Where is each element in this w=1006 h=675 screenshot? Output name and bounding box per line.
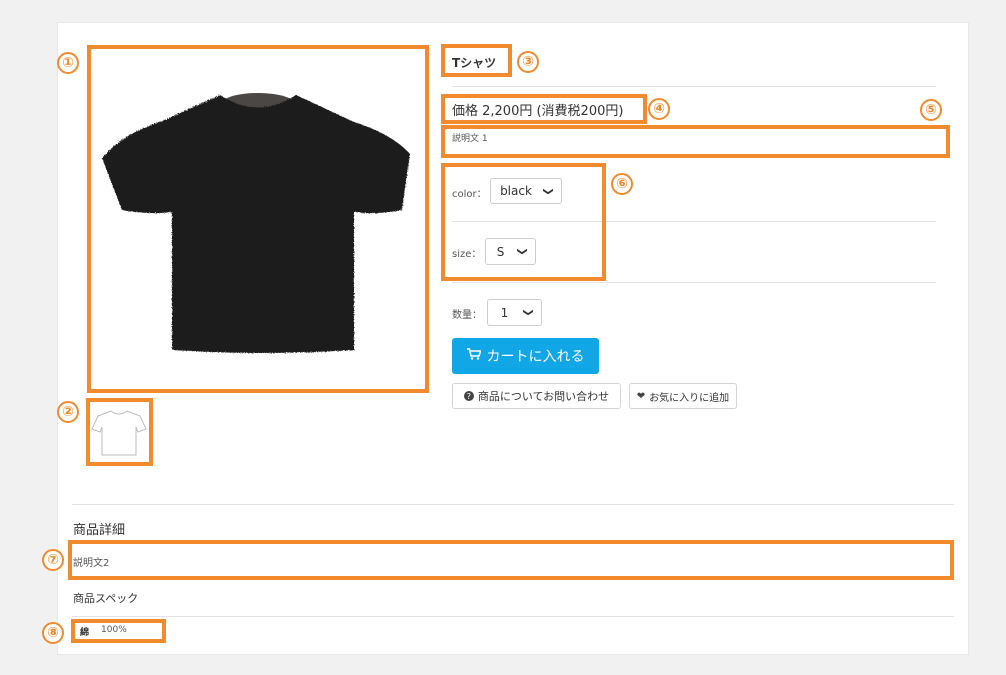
quantity-select[interactable]: 1 ❯ bbox=[487, 299, 542, 326]
highlight-box-7 bbox=[68, 540, 954, 580]
highlight-box-1 bbox=[87, 45, 429, 393]
product-details-heading: 商品詳細 bbox=[73, 523, 126, 538]
divider bbox=[452, 282, 936, 283]
chevron-down-icon: ❯ bbox=[522, 308, 534, 317]
cart-icon bbox=[466, 348, 482, 364]
highlight-box-5 bbox=[441, 125, 950, 158]
marker-1: ① bbox=[57, 52, 79, 74]
highlight-box-2 bbox=[86, 398, 153, 466]
divider bbox=[452, 86, 936, 87]
marker-4: ④ bbox=[648, 98, 670, 120]
highlight-box-4 bbox=[441, 94, 647, 124]
product-inquiry-button[interactable]: ? 商品についてお問い合わせ bbox=[452, 383, 621, 409]
product-inquiry-label: 商品についてお問い合わせ bbox=[477, 390, 610, 403]
product-spec-heading: 商品スペック bbox=[73, 592, 139, 605]
quantity-label: 数量： bbox=[452, 310, 482, 321]
marker-8: ⑧ bbox=[42, 622, 64, 644]
marker-7: ⑦ bbox=[42, 549, 64, 571]
add-to-cart-label: カートに入れる bbox=[486, 349, 585, 365]
divider bbox=[72, 504, 954, 505]
marker-6: ⑥ bbox=[611, 173, 633, 195]
highlight-box-6 bbox=[441, 163, 606, 281]
quantity-select-value: 1 bbox=[500, 305, 509, 320]
add-to-cart-button[interactable]: カートに入れる bbox=[452, 338, 599, 374]
marker-5: ⑤ bbox=[920, 99, 942, 121]
question-circle-icon: ? bbox=[463, 391, 474, 401]
marker-2: ② bbox=[57, 401, 79, 423]
marker-3: ③ bbox=[517, 51, 539, 73]
highlight-box-3 bbox=[441, 44, 512, 77]
highlight-box-8 bbox=[71, 619, 166, 643]
add-to-favorites-button[interactable]: ❤ お気に入りに追加 bbox=[629, 383, 737, 409]
divider bbox=[72, 616, 954, 617]
add-to-favorites-label: お気に入りに追加 bbox=[649, 392, 730, 404]
heart-icon: ❤ bbox=[636, 390, 646, 402]
